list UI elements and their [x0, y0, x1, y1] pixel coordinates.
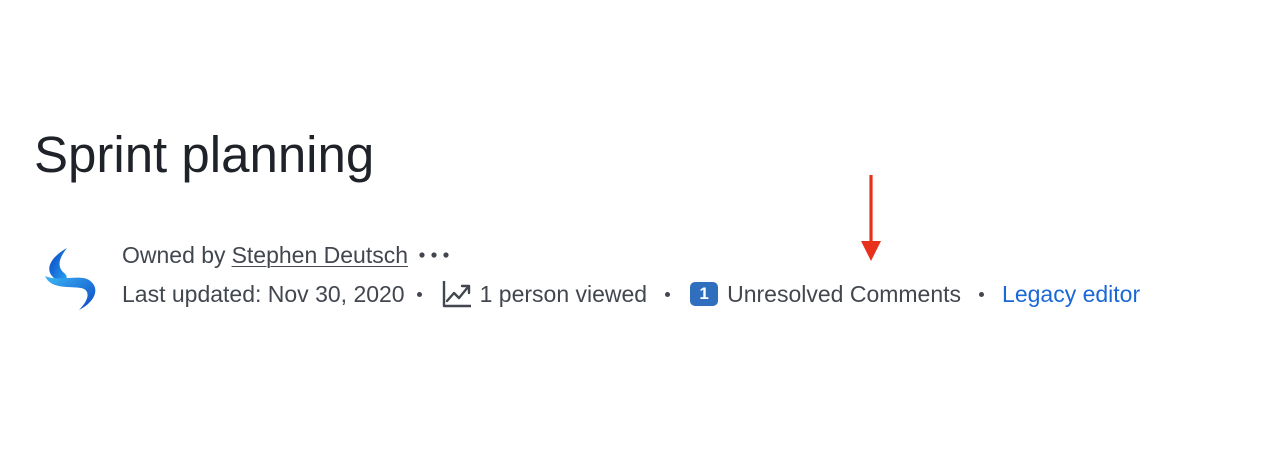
- page-title: Sprint planning: [34, 126, 375, 183]
- page-views-label: 1 person viewed: [479, 281, 648, 307]
- annotation-arrow-icon: [861, 175, 881, 261]
- unresolved-count-badge: 1: [690, 282, 719, 306]
- more-actions-button[interactable]: [418, 240, 454, 270]
- analytics-chart-icon: [442, 281, 471, 308]
- owner-avatar[interactable]: [41, 246, 99, 312]
- last-updated: Last updated: Nov 30, 2020: [122, 281, 405, 307]
- page-views-link[interactable]: 1 person viewed: [442, 279, 648, 309]
- unresolved-comments-label: Unresolved Comments: [727, 281, 962, 307]
- legacy-editor-link[interactable]: Legacy editor: [1002, 279, 1140, 309]
- separator-dot: [416, 291, 422, 297]
- separator-dot: [979, 291, 985, 297]
- owner-name-link[interactable]: Stephen Deutsch: [232, 240, 408, 270]
- separator-dot: [665, 291, 671, 297]
- owner-prefix: Owned by: [122, 242, 226, 268]
- more-horizontal-icon: [419, 252, 449, 258]
- unresolved-comments-link[interactable]: 1 Unresolved Comments: [690, 279, 961, 309]
- page-metadata-row: Last updated: Nov 30, 2020 1 person view…: [122, 279, 1140, 309]
- owner-row: Owned by Stephen Deutsch: [122, 240, 454, 270]
